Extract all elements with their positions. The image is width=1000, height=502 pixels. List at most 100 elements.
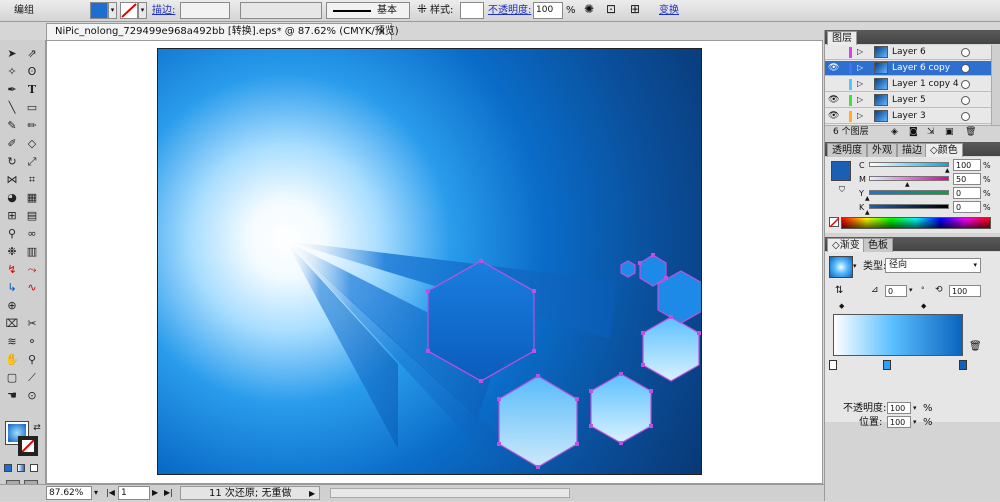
none-color-button[interactable] bbox=[829, 217, 840, 228]
artboard-number-input[interactable]: 1 bbox=[118, 486, 150, 500]
stop-location-dropdown-icon[interactable]: ▾ bbox=[913, 414, 917, 431]
gradient-tool-icon[interactable]: ▤ bbox=[23, 208, 41, 224]
stop-location-input[interactable]: 100 bbox=[887, 416, 911, 428]
rectangle-tool-icon[interactable]: ▭ bbox=[23, 100, 41, 116]
align-to-icon[interactable]: ⊡ bbox=[606, 1, 616, 18]
layer-row[interactable]: 👁 ▷ Layer 5 bbox=[825, 93, 991, 108]
pen-tool-icon[interactable]: ✒ bbox=[3, 82, 21, 98]
transform-link[interactable]: 变换 bbox=[659, 2, 679, 19]
make-clipping-mask-icon[interactable]: ◙ bbox=[909, 124, 918, 141]
eyedropper-tool-icon[interactable]: ⚲ bbox=[3, 226, 21, 242]
shaper-tool-icon[interactable]: ↳ bbox=[3, 280, 21, 296]
status-info[interactable]: 11 次还原; 无重做 ▶ bbox=[180, 486, 320, 500]
brush-definition-dropdown[interactable]: 基本 bbox=[326, 2, 410, 19]
zoom-tool-icon[interactable]: ⚲ bbox=[23, 352, 41, 368]
zoom-dropdown-icon[interactable]: ▾ bbox=[94, 484, 98, 501]
channel-slider[interactable] bbox=[869, 204, 949, 209]
expand-triangle-icon[interactable]: ▷ bbox=[857, 93, 863, 107]
mesh-tool-icon[interactable]: ⊞ bbox=[3, 208, 21, 224]
close-tab-icon[interactable]: × bbox=[378, 24, 386, 40]
expand-triangle-icon[interactable]: ▷ bbox=[857, 61, 863, 75]
rotate-tool-icon[interactable]: ↻ bbox=[3, 154, 21, 170]
symbol-sprayer-tool-icon[interactable]: ❉ bbox=[3, 244, 21, 260]
out-of-gamut-icon[interactable]: ⛉ bbox=[839, 181, 845, 198]
expand-triangle-icon[interactable]: ▷ bbox=[857, 109, 863, 123]
expand-triangle-icon[interactable]: ▷ bbox=[857, 45, 863, 59]
locate-object-icon[interactable]: ◈ bbox=[891, 124, 898, 141]
hand-tool-icon[interactable]: ✋ bbox=[3, 352, 21, 368]
warp-tool-icon[interactable]: ≋ bbox=[3, 334, 21, 350]
live-paint-bucket-tool-icon[interactable]: ↯ bbox=[3, 262, 21, 278]
target-circle-icon[interactable] bbox=[961, 64, 970, 73]
next-artboard-icon[interactable]: ▶ bbox=[152, 484, 158, 501]
selection-tool-icon[interactable]: ➤ bbox=[3, 46, 21, 62]
zoom-input[interactable]: 87.62% bbox=[46, 486, 92, 500]
live-paint-selection-tool-icon[interactable]: ⤳ bbox=[23, 262, 41, 278]
expand-triangle-icon[interactable]: ▷ bbox=[857, 77, 863, 91]
channel-value-input[interactable]: 100 bbox=[953, 159, 981, 171]
channel-value-input[interactable]: 0 bbox=[953, 201, 981, 213]
none-mode-icon[interactable] bbox=[30, 464, 38, 472]
target-circle-icon[interactable] bbox=[961, 48, 970, 57]
layers-scrollbar[interactable] bbox=[991, 45, 1000, 125]
paintbrush-tool-icon[interactable]: ✎ bbox=[3, 118, 21, 134]
opacity-input[interactable]: 100 bbox=[533, 2, 563, 19]
width-tool-icon[interactable]: ⋈ bbox=[3, 172, 21, 188]
stroke-label-link[interactable]: 描边: bbox=[152, 2, 175, 19]
channel-slider[interactable] bbox=[869, 162, 949, 167]
column-graph-tool-icon[interactable]: ▥ bbox=[23, 244, 41, 260]
channel-slider[interactable] bbox=[869, 190, 949, 195]
swap-fill-stroke-icon[interactable]: ⇄ bbox=[28, 420, 46, 436]
angle-input[interactable]: 0 bbox=[885, 285, 907, 297]
shape-builder-tool-icon[interactable]: ◕ bbox=[3, 190, 21, 206]
new-sublayer-icon[interactable]: ⇲ bbox=[927, 124, 935, 141]
scale-tool-icon[interactable]: ⤢ bbox=[23, 154, 41, 170]
graphic-style-dropdown[interactable] bbox=[460, 2, 484, 19]
variable-width-dropdown[interactable] bbox=[240, 2, 322, 19]
color-spectrum[interactable] bbox=[841, 217, 991, 229]
target-circle-icon[interactable] bbox=[961, 80, 970, 89]
delete-stop-icon[interactable]: 🗑 bbox=[969, 338, 982, 355]
layer-row[interactable]: 👁 ▷ Layer 6 copy bbox=[825, 61, 991, 76]
stroke-color-swatch[interactable] bbox=[18, 436, 38, 456]
reverse-gradient-icon[interactable]: ⇅ bbox=[835, 282, 843, 299]
tab-gradient[interactable]: ◇渐变 bbox=[827, 238, 865, 252]
gradient-preset-dropdown-icon[interactable]: ▾ bbox=[853, 258, 857, 275]
tab-layers[interactable]: 图层 bbox=[827, 31, 857, 45]
eraser-tool-icon[interactable]: ◇ bbox=[23, 136, 41, 152]
measure-tool-icon[interactable]: ⟋ bbox=[23, 370, 41, 386]
gradient-mode-icon[interactable] bbox=[17, 464, 25, 472]
current-fill-color[interactable] bbox=[831, 161, 851, 181]
recolor-artwork-icon[interactable]: ✺ bbox=[584, 1, 594, 18]
curvature-tool-icon[interactable]: ∿ bbox=[23, 280, 41, 296]
last-artboard-icon[interactable]: ▶| bbox=[164, 484, 173, 501]
align-stroke-icon[interactable]: ⁜ bbox=[417, 1, 427, 18]
gradient-type-select[interactable]: 径向 ▾ bbox=[885, 258, 981, 273]
artboard[interactable] bbox=[157, 48, 702, 475]
aspect-ratio-input[interactable]: 100 bbox=[949, 285, 981, 297]
target-circle-icon[interactable] bbox=[961, 112, 970, 121]
layer-row[interactable]: ▷ Layer 6 bbox=[825, 45, 991, 60]
opacity-label-link[interactable]: 不透明度: bbox=[488, 2, 531, 19]
hand-alt-tool-icon[interactable]: ☚ bbox=[3, 388, 21, 404]
perspective-grid-tool-icon[interactable]: ▦ bbox=[23, 190, 41, 206]
blob-brush-tool-icon[interactable]: ✐ bbox=[3, 136, 21, 152]
target-circle-icon[interactable] bbox=[961, 96, 970, 105]
tab-stroke[interactable]: 描边 bbox=[897, 143, 927, 157]
visibility-eye-icon[interactable]: 👁 bbox=[828, 109, 839, 123]
new-layer-icon[interactable]: ▣ bbox=[945, 124, 954, 141]
layer-row[interactable]: 👁 ▷ Layer 3 bbox=[825, 109, 991, 124]
pencil-tool-icon[interactable]: ✏ bbox=[23, 118, 41, 134]
tab-color[interactable]: ◇颜色 bbox=[925, 143, 963, 157]
midpoint-marker-right[interactable]: ◆ bbox=[921, 298, 926, 315]
visibility-eye-icon[interactable]: 👁 bbox=[828, 93, 839, 107]
delete-layer-icon[interactable]: 🗑 bbox=[965, 124, 976, 141]
gradient-stop-start[interactable] bbox=[829, 360, 837, 370]
visibility-eye-icon[interactable]: 👁 bbox=[828, 61, 839, 75]
slice-tool-icon[interactable]: ⌧ bbox=[3, 316, 21, 332]
puppet-warp-tool-icon[interactable]: ⚬ bbox=[23, 334, 41, 350]
document-tab[interactable]: NiPic_nolong_729499e968a492bb [转换].eps* … bbox=[46, 23, 399, 40]
midpoint-marker-left[interactable]: ◆ bbox=[839, 298, 844, 315]
gradient-preview-swatch[interactable] bbox=[829, 256, 853, 278]
fill-dropdown-icon[interactable]: ▾ bbox=[108, 2, 117, 19]
